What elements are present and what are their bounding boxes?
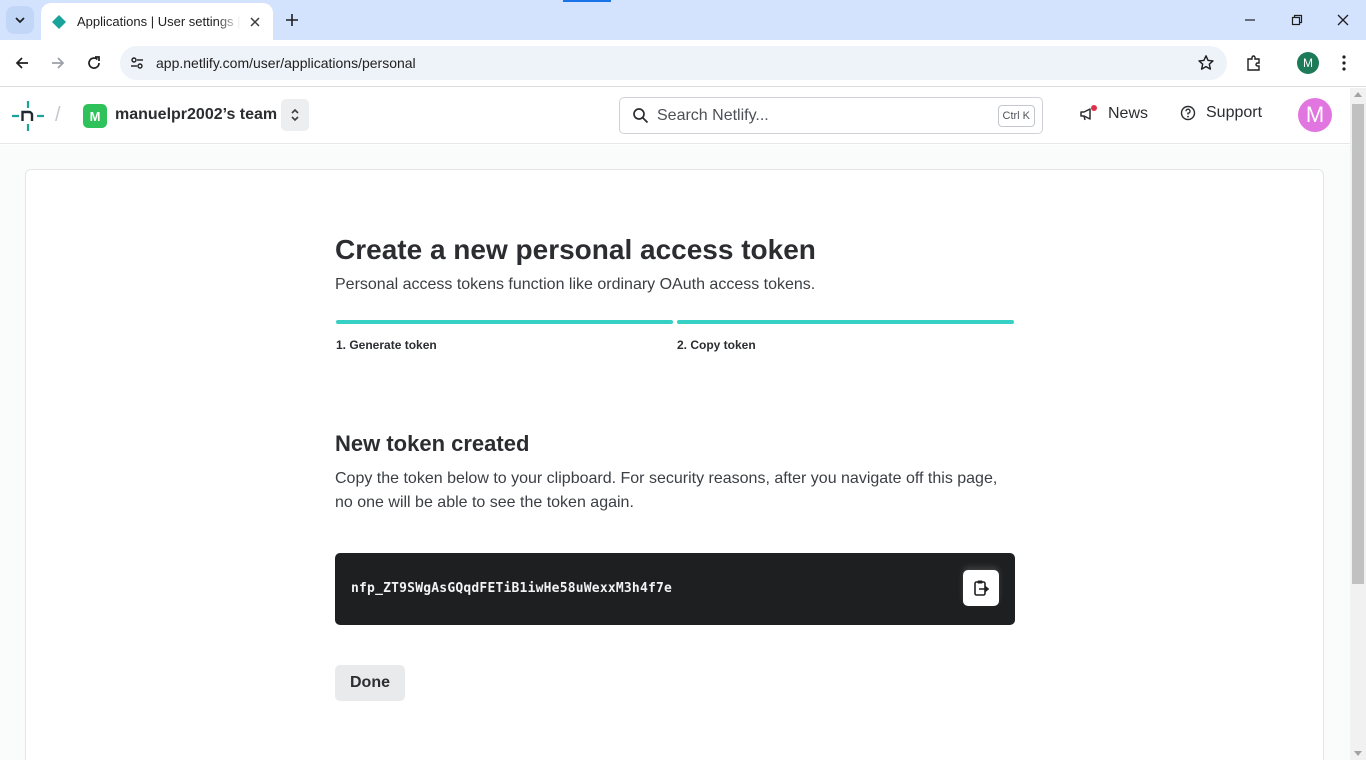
restore-button[interactable] (1285, 8, 1309, 32)
clipboard-copy-icon (974, 580, 990, 596)
page-scrollbar[interactable] (1350, 88, 1366, 760)
token-display: nfp_ZT9SWgAsGQqdFETiB1iwHe58uWexxM3h4f7e (335, 553, 1015, 625)
megaphone-icon (1080, 105, 1097, 121)
step-progress-bar (677, 320, 1014, 324)
done-button[interactable]: Done (335, 665, 405, 701)
arrow-left-icon (15, 57, 28, 69)
extensions-button[interactable] (1241, 50, 1267, 76)
restore-icon (1291, 14, 1303, 26)
close-icon (1337, 14, 1349, 26)
puzzle-icon (1247, 55, 1260, 71)
news-link[interactable]: News (1078, 104, 1148, 124)
chevron-down-icon (15, 17, 25, 24)
tab-close-icon[interactable] (247, 14, 263, 30)
minimize-button[interactable] (1238, 8, 1262, 32)
app-header: / M manuelpr2002’s team Search Netlify..… (0, 88, 1350, 144)
step-progress-bar (336, 320, 673, 324)
scroll-down-icon[interactable] (1354, 751, 1362, 756)
back-button[interactable] (9, 50, 35, 76)
browser-profile-avatar[interactable]: M (1297, 52, 1319, 74)
step-label: 1. Generate token (336, 338, 437, 352)
browser-menu-button[interactable] (1331, 50, 1357, 76)
search-placeholder: Search Netlify... (657, 106, 769, 124)
page-title: Create a new personal access token (335, 234, 816, 265)
search-shortcut-badge: Ctrl K (997, 104, 1035, 127)
user-avatar[interactable]: M (1298, 98, 1332, 132)
browser-tab-active[interactable]: Applications | User settings | Netlify (41, 3, 273, 40)
scrollbar-thumb[interactable] (1352, 104, 1364, 584)
news-label: News (1108, 105, 1149, 122)
close-window-button[interactable] (1331, 8, 1355, 32)
search-icon (633, 108, 649, 124)
support-label: Support (1206, 104, 1263, 121)
token-value[interactable]: nfp_ZT9SWgAsGQqdFETiB1iwHe58uWexxM3h4f7e (351, 581, 672, 596)
scroll-up-icon[interactable] (1354, 92, 1362, 97)
team-name[interactable]: manuelpr2002’s team (115, 106, 277, 124)
new-tab-button[interactable] (280, 8, 304, 32)
url-text[interactable]: app.netlify.com/user/applications/person… (156, 55, 416, 71)
support-link[interactable]: Support (1180, 104, 1262, 122)
team-avatar[interactable]: M (83, 104, 107, 128)
search-input[interactable]: Search Netlify... Ctrl K (619, 97, 1043, 134)
tune-icon (131, 57, 143, 69)
minimize-icon (1245, 19, 1255, 21)
tab-search-button[interactable] (6, 6, 34, 34)
tab-title: Applications | User settings | Netlify (77, 14, 241, 29)
more-vertical-icon (1342, 55, 1346, 71)
bookmark-star-icon[interactable] (1197, 54, 1215, 72)
section-description: Copy the token below to your clipboard. … (335, 470, 998, 511)
forward-button[interactable] (45, 50, 71, 76)
browser-toolbar: app.netlify.com/user/applications/person… (0, 40, 1366, 87)
copy-token-button[interactable] (963, 570, 999, 606)
reload-icon (88, 56, 100, 69)
step-label: 2. Copy token (677, 338, 756, 352)
team-switcher-button[interactable] (281, 99, 309, 131)
address-bar[interactable]: app.netlify.com/user/applications/person… (120, 46, 1227, 80)
page-subtitle: Personal access tokens function like ord… (335, 276, 816, 293)
reload-button[interactable] (81, 50, 107, 76)
section-title: New token created (335, 431, 530, 456)
step-generate-token: 1. Generate token (336, 320, 673, 352)
netlify-favicon-icon (52, 14, 66, 29)
breadcrumb-separator: / (55, 104, 61, 126)
site-info-button[interactable] (120, 46, 154, 80)
netlify-logo-icon[interactable] (10, 100, 46, 132)
chevron-up-down-icon (291, 108, 299, 122)
plus-icon (286, 14, 298, 26)
step-copy-token: 2. Copy token (677, 320, 1014, 352)
help-circle-icon (1180, 105, 1196, 121)
browser-tabstrip: Applications | User settings | Netlify (0, 0, 1366, 40)
tab-strip-indicator (563, 0, 611, 2)
arrow-right-icon (52, 57, 65, 69)
